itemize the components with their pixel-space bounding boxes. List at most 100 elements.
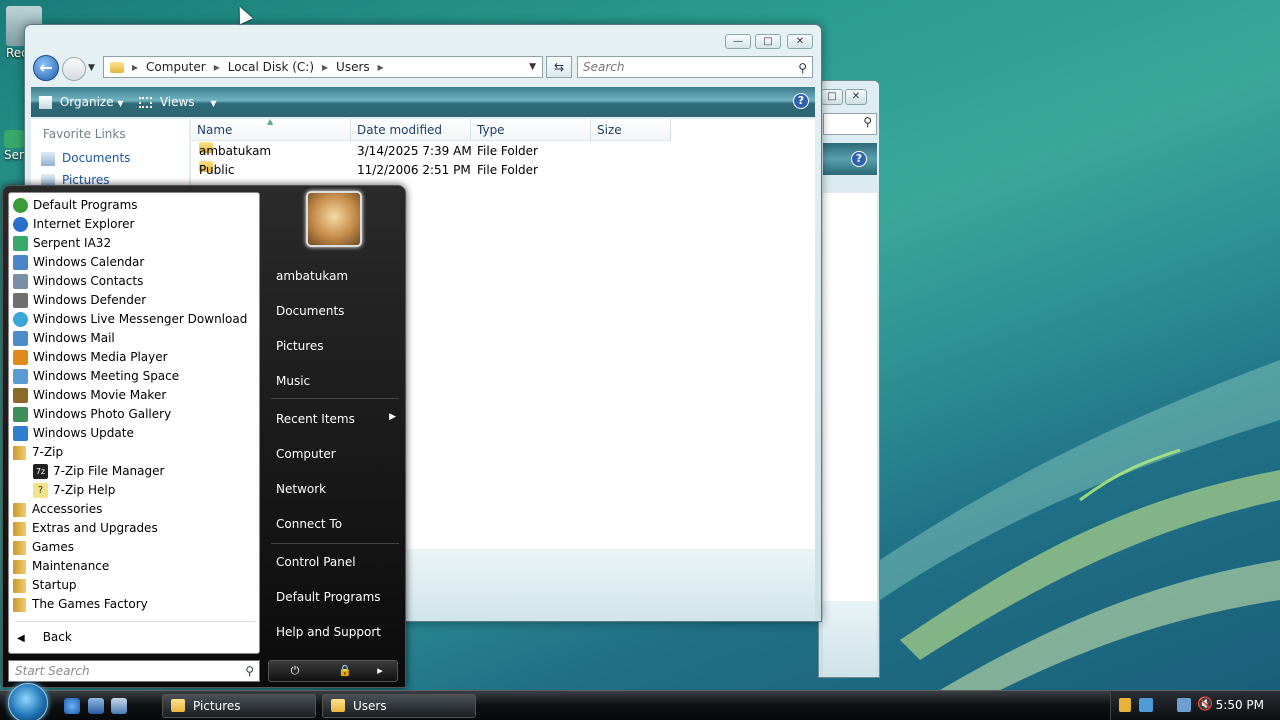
program-serpent-ia32[interactable]: Serpent IA32	[13, 234, 111, 253]
column-label: Type	[477, 123, 505, 137]
back-button[interactable]: ◀ Back	[17, 630, 72, 644]
program-windows-photo-gallery[interactable]: Windows Photo Gallery	[13, 405, 171, 424]
breadcrumb-computer[interactable]: Computer	[146, 60, 206, 74]
default-programs-icon	[13, 198, 28, 213]
program-internet-explorer[interactable]: Internet Explorer	[13, 215, 134, 234]
address-bar[interactable]: ▸ Computer ▸ Local Disk (C:) ▸ Users ▸ ▼	[103, 56, 543, 78]
power-button[interactable]: ⏻	[275, 663, 315, 679]
folder-startup[interactable]: Startup	[13, 576, 77, 595]
start-item-pictures[interactable]: Pictures	[276, 339, 324, 353]
security-shield-icon[interactable]	[1119, 698, 1131, 712]
program-windows-live-messenger-download[interactable]: Windows Live Messenger Download	[13, 310, 247, 329]
views-button[interactable]: Views ▼	[139, 95, 217, 109]
program-default-programs[interactable]: Default Programs	[13, 196, 138, 215]
refresh-button[interactable]: ⇆	[546, 56, 572, 78]
breadcrumb-local-disk[interactable]: Local Disk (C:)	[228, 60, 314, 74]
start-item-music[interactable]: Music	[276, 374, 310, 388]
column-header-date-modified[interactable]: Date modified	[351, 119, 471, 141]
switch-windows-icon[interactable]	[111, 698, 127, 714]
arrow-left-icon: ◀	[17, 633, 25, 644]
program-windows-calendar[interactable]: Windows Calendar	[13, 253, 144, 272]
start-item-user-folder[interactable]: ambatukam	[276, 269, 348, 283]
desktop-icon-serpent[interactable]: Ser	[4, 130, 24, 162]
program-label: Windows Photo Gallery	[33, 407, 172, 421]
table-row[interactable]: ambatukam 3/14/2025 7:39 AM File Folder	[191, 142, 815, 161]
file-name: ambatukam	[199, 144, 272, 158]
command-bar: Organize ▼ Views ▼ ?	[31, 87, 815, 117]
help-icon[interactable]: ?	[793, 93, 809, 109]
folder-the-games-factory[interactable]: The Games Factory	[13, 595, 148, 614]
folder-7zip[interactable]: 7-Zip	[13, 443, 63, 462]
start-search-input[interactable]: Start Search ⚲	[8, 660, 260, 682]
back-button[interactable]: ←	[33, 55, 59, 81]
column-header-type[interactable]: Type	[471, 119, 591, 141]
maximize-button[interactable]: □	[821, 89, 843, 105]
taskbar: Pictures Users 🔇 5:50 PM	[0, 683, 1280, 720]
program-windows-media-player[interactable]: Windows Media Player	[13, 348, 168, 367]
taskbar-button-pictures[interactable]: Pictures	[162, 694, 316, 718]
program-windows-defender[interactable]: Windows Defender	[13, 291, 146, 310]
movie-maker-icon	[13, 388, 28, 403]
taskbar-button-users[interactable]: Users	[322, 694, 476, 718]
start-item-control-panel[interactable]: Control Panel	[276, 555, 356, 569]
folder-icon	[110, 61, 124, 73]
program-7zip-help[interactable]: ? 7-Zip Help	[33, 481, 115, 500]
start-item-network[interactable]: Network	[276, 482, 326, 496]
folder-maintenance[interactable]: Maintenance	[13, 557, 109, 576]
nav-link-documents[interactable]: Documents	[41, 151, 130, 166]
program-label: Default Programs	[33, 198, 138, 212]
taskbar-button-label: Pictures	[193, 699, 241, 713]
tray-app-icon[interactable]	[1139, 698, 1153, 712]
folder-accessories[interactable]: Accessories	[13, 500, 102, 519]
forward-button[interactable]	[62, 57, 86, 81]
column-header-name[interactable]: Name ▲	[191, 117, 351, 141]
start-item-connect-to[interactable]: Connect To	[276, 517, 342, 531]
program-7zip-file-manager[interactable]: 7z 7-Zip File Manager	[33, 462, 164, 481]
program-label: Windows Movie Maker	[33, 388, 167, 402]
clock[interactable]: 5:50 PM	[1216, 698, 1264, 712]
divider	[15, 621, 255, 622]
type-cell: File Folder	[477, 163, 538, 177]
shutdown-options-button[interactable]: ▸	[365, 663, 395, 679]
breadcrumb-users[interactable]: Users	[336, 60, 370, 74]
search-icon: ⚲	[798, 61, 807, 75]
lock-button[interactable]: 🔒	[325, 663, 365, 679]
program-windows-movie-maker[interactable]: Windows Movie Maker	[13, 386, 166, 405]
show-desktop-icon[interactable]	[88, 698, 104, 714]
internet-explorer-icon[interactable]	[64, 698, 80, 714]
start-item-help-and-support[interactable]: Help and Support	[276, 625, 381, 639]
close-button[interactable]: ✕	[787, 34, 813, 49]
favorite-links-header: Favorite Links	[43, 127, 126, 141]
search-input[interactable]: Search ⚲	[577, 56, 813, 78]
serpent-icon	[13, 236, 28, 251]
details-pane	[823, 601, 877, 677]
folder-games[interactable]: Games	[13, 538, 74, 557]
program-windows-update[interactable]: Windows Update	[13, 424, 134, 443]
start-item-documents[interactable]: Documents	[276, 304, 344, 318]
search-input[interactable]: ⚲	[823, 113, 877, 135]
column-header-size[interactable]: Size	[591, 119, 671, 141]
help-icon[interactable]: ?	[851, 151, 867, 167]
folder-extras-and-upgrades[interactable]: Extras and Upgrades	[13, 519, 158, 538]
volume-muted-icon[interactable]: 🔇	[1197, 697, 1213, 712]
start-button[interactable]	[8, 683, 48, 720]
all-programs-list: Default Programs Internet Explorer Serpe…	[8, 192, 260, 654]
background-explorer-window[interactable]: □ ✕ ⚲ ?	[818, 80, 880, 678]
user-avatar[interactable]	[306, 191, 362, 247]
minimize-button[interactable]: —	[725, 34, 751, 49]
address-dropdown[interactable]: ▼	[529, 62, 536, 72]
organize-button[interactable]: Organize ▼	[39, 95, 124, 109]
start-item-default-programs[interactable]: Default Programs	[276, 590, 381, 604]
program-windows-meeting-space[interactable]: Windows Meeting Space	[13, 367, 179, 386]
program-windows-contacts[interactable]: Windows Contacts	[13, 272, 143, 291]
maximize-button[interactable]: □	[755, 34, 781, 49]
network-icon[interactable]	[1177, 698, 1191, 712]
start-search-placeholder: Start Search	[15, 664, 90, 678]
table-row[interactable]: Public 11/2/2006 2:51 PM File Folder	[191, 161, 815, 180]
start-item-computer[interactable]: Computer	[276, 447, 336, 461]
program-windows-mail[interactable]: Windows Mail	[13, 329, 115, 348]
start-item-recent-items[interactable]: Recent Items ▶	[276, 412, 396, 426]
close-button[interactable]: ✕	[845, 89, 867, 105]
recent-pages-dropdown[interactable]: ▼	[88, 63, 95, 73]
7zip-icon: 7z	[33, 464, 48, 479]
